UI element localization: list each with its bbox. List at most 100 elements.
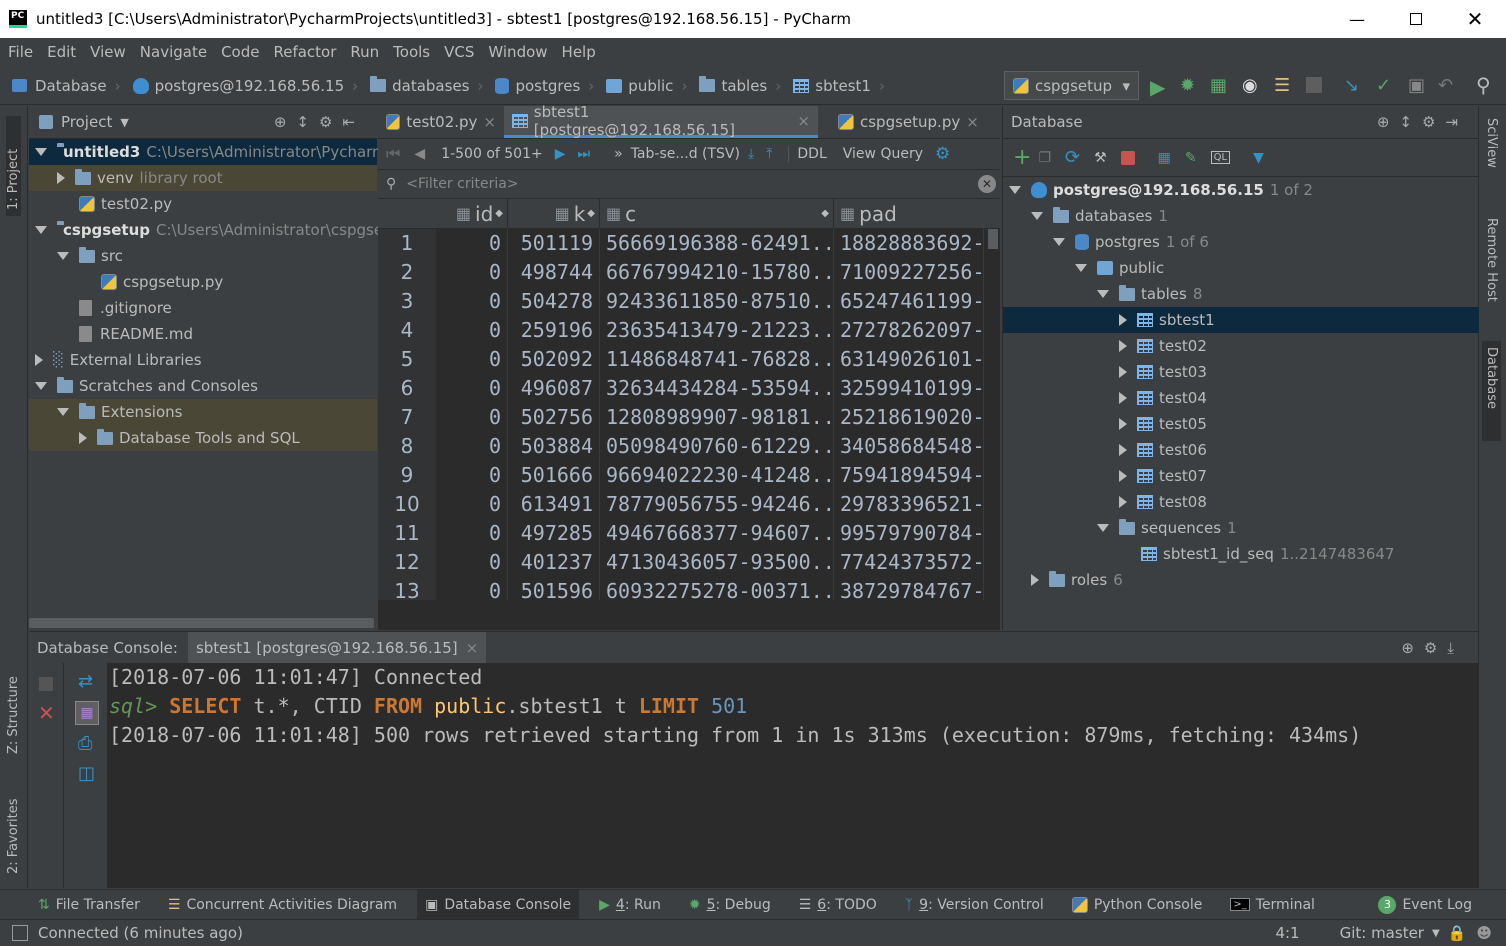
tree-item-untitled3[interactable]: untitled3 C:\Users\Administrator\PycharmP…	[29, 139, 518, 165]
prev-page-icon[interactable]: ◀	[414, 146, 425, 162]
tree-item-external-libraries[interactable]: ░ External Libraries	[29, 347, 377, 373]
console-tab[interactable]: sbtest1 [postgres@192.168.56.15] ×	[187, 631, 487, 664]
project-view-selector[interactable]: Project	[61, 113, 112, 131]
table-row[interactable]: 3 0 504278 92433611850-87510... 65247461199-	[378, 287, 988, 316]
export-icon[interactable]: ⤓	[748, 146, 754, 162]
cell-id[interactable]: 0	[436, 258, 508, 287]
table-row[interactable]: 11 0 497285 49467668377-94607... 99579790784…	[378, 519, 988, 548]
sciview-tool-button[interactable]: SciView	[1484, 118, 1499, 198]
tree-item-scratches[interactable]: Scratches and Consoles	[29, 373, 377, 399]
cell-pad[interactable]: 71009227256-	[834, 258, 984, 287]
add-icon[interactable]: +	[1013, 145, 1031, 170]
cell-c[interactable]: 05098490760-61229...	[600, 432, 834, 461]
next-page-icon[interactable]: ▶	[555, 146, 566, 162]
tw-run[interactable]: ▶ 4: Run	[591, 890, 669, 920]
cell-pad[interactable]: 77424373572-	[834, 548, 984, 577]
horizontal-scrollbar[interactable]	[29, 618, 374, 628]
run-config-dropdown[interactable]: cspgsetup ▾	[1004, 71, 1139, 100]
table-row[interactable]: 10 0 613491 78779056755-94246... 29783396521…	[378, 490, 988, 519]
debug-bug-icon[interactable]: ✹	[1180, 75, 1195, 96]
menu-tools[interactable]: Tools	[393, 43, 430, 61]
menu-refactor[interactable]: Refactor	[273, 43, 336, 61]
cell-c[interactable]: 96694022230-41248...	[600, 461, 834, 490]
close-tab-icon[interactable]: ×	[797, 112, 810, 130]
cell-c[interactable]: 32634434284-53594...	[600, 374, 834, 403]
tw-python-console[interactable]: Python Console	[1064, 890, 1211, 920]
more-icon[interactable]: »	[614, 146, 623, 162]
close-tab-icon[interactable]: ×	[466, 639, 479, 657]
cell-k[interactable]: 496087	[508, 374, 600, 403]
properties-icon[interactable]: ⚒	[1094, 150, 1107, 166]
db-item-test02[interactable]: test02	[1003, 333, 1479, 359]
db-item-tables[interactable]: tables 8	[1003, 281, 1479, 307]
stop-icon[interactable]	[1120, 150, 1135, 165]
chevron-down-icon[interactable]: ▼	[1432, 928, 1440, 939]
stop-icon[interactable]	[39, 677, 53, 691]
cell-pad[interactable]: 63149026101-	[834, 345, 984, 374]
tab-sbtest1[interactable]: sbtest1 [postgres@192.168.56.15] ×	[504, 103, 818, 139]
cell-id[interactable]: 0	[436, 374, 508, 403]
tw-file-transfer[interactable]: ⇅ File Transfer	[30, 890, 148, 920]
cell-k[interactable]: 503884	[508, 432, 600, 461]
tw-terminal[interactable]: >_ Terminal	[1222, 890, 1323, 920]
chevron-down-icon[interactable]: ▼	[120, 116, 128, 129]
db-item-roles[interactable]: roles 6	[1003, 567, 1479, 593]
cell-k[interactable]: 501596	[508, 577, 600, 600]
breadcrumb-databases[interactable]: databases ›	[370, 76, 483, 95]
db-item-sbtest1-id-seq[interactable]: sbtest1_id_seq 1..2147483647	[1003, 541, 1479, 567]
table-row[interactable]: 8 0 503884 05098490760-61229... 34058684548-	[378, 432, 988, 461]
cell-c[interactable]: 11486848741-76828...	[600, 345, 834, 374]
tree-item-cspgsetup[interactable]: cspgsetup C:\Users\Administrator\cspgsetu…	[29, 217, 408, 243]
db-item-sequences[interactable]: sequences 1	[1003, 515, 1479, 541]
tw-database-console[interactable]: ▣ Database Console	[417, 889, 580, 920]
toggle-tool-windows-icon[interactable]	[12, 925, 28, 941]
tw-todo[interactable]: ☰ 6: TODO	[791, 890, 885, 920]
breadcrumb-postgres[interactable]: postgres ›	[495, 77, 594, 95]
cell-id[interactable]: 0	[436, 229, 508, 258]
filter-icon[interactable]: ▼	[1253, 150, 1264, 166]
db-item-test04[interactable]: test04	[1003, 385, 1479, 411]
tab-test02[interactable]: test02.py ×	[378, 106, 504, 138]
cell-c[interactable]: 49467668377-94607...	[600, 519, 834, 548]
filter-input[interactable]: <Filter criteria>	[406, 176, 518, 192]
cell-k[interactable]: 502092	[508, 345, 600, 374]
breadcrumb-database[interactable]: Database ›	[12, 77, 121, 95]
sort-icon[interactable]: ◆	[587, 208, 595, 219]
run-icon[interactable]: ▶	[1150, 75, 1165, 99]
cell-id[interactable]: 0	[436, 432, 508, 461]
menu-vcs[interactable]: VCS	[444, 43, 474, 61]
page-range[interactable]: 1-500 of 501+	[441, 146, 543, 162]
menu-help[interactable]: Help	[562, 43, 596, 61]
column-header-c[interactable]: ▦ c ◆	[600, 198, 834, 229]
cell-id[interactable]: 0	[436, 461, 508, 490]
table-row[interactable]: 6 0 496087 32634434284-53594... 32599410199-	[378, 374, 988, 403]
minimize-button[interactable]: —	[1334, 0, 1380, 38]
cell-pad[interactable]: 18828883692-	[834, 229, 984, 258]
refresh-icon[interactable]: ⟳	[1065, 147, 1080, 168]
tab-cspgsetup[interactable]: cspgsetup.py ×	[830, 106, 990, 138]
cell-pad[interactable]: 34058684548-	[834, 432, 984, 461]
table-row[interactable]: 12 0 401237 47130436057-93500... 77424373572…	[378, 548, 988, 577]
view-query-button[interactable]: View Query	[843, 146, 923, 162]
lock-icon[interactable]: 🔒	[1448, 924, 1467, 942]
structure-tool-button[interactable]: Z: Structure	[6, 654, 21, 754]
concurrency-diagram-icon[interactable]: ☰	[1274, 75, 1290, 96]
tree-item-src[interactable]: src	[29, 243, 377, 269]
cell-id[interactable]: 0	[436, 519, 508, 548]
breadcrumb-public[interactable]: public ›	[606, 77, 687, 95]
breadcrumb-datasource[interactable]: postgres@192.168.56.15 ›	[132, 77, 358, 95]
tree-item-extensions[interactable]: Extensions	[29, 399, 377, 425]
panel-options-icons[interactable]: ⊕↕⚙⇤	[274, 113, 365, 131]
close-window-button[interactable]: ✕	[1452, 0, 1498, 38]
cell-pad[interactable]: 38729784767-	[834, 577, 984, 600]
cell-pad[interactable]: 32599410199-	[834, 374, 984, 403]
cell-c[interactable]: 12808989907-98181...	[600, 403, 834, 432]
sort-icon[interactable]: ◆	[821, 208, 829, 219]
output-icon[interactable]: ▦	[75, 701, 99, 725]
project-tool-button[interactable]: 1: Project	[6, 116, 21, 216]
favorites-tool-button[interactable]: 2: Favorites	[6, 784, 21, 874]
db-item-sbtest1[interactable]: sbtest1	[1003, 307, 1479, 333]
table-row[interactable]: 1 0 501119 56669196388-62491... 18828883692-	[378, 229, 988, 258]
cell-pad[interactable]: 99579790784-	[834, 519, 984, 548]
cell-pad[interactable]: 29783396521-	[834, 490, 984, 519]
